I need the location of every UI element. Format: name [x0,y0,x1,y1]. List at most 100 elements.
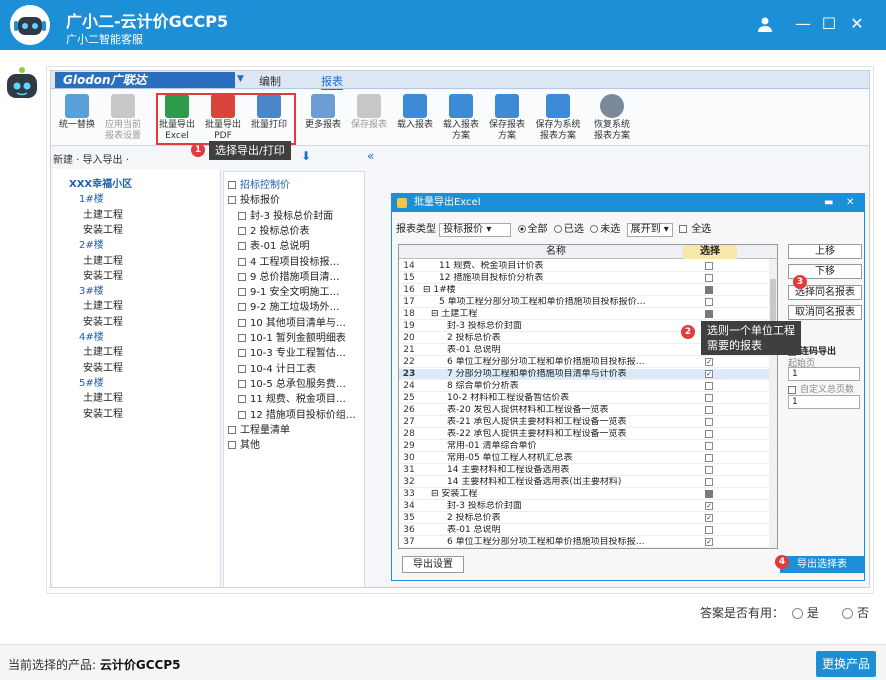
row-select-checkbox[interactable] [705,274,713,282]
load-report-scheme-button[interactable]: 载入报表 方案 [439,94,483,142]
report-item[interactable]: 11 规费、税金项目… [238,390,364,405]
table-row[interactable]: 18 ⊟ 土建工程 [399,309,777,320]
tree-unit-project[interactable]: 安装工程 [83,313,123,328]
feedback-yes-radio[interactable] [791,608,803,619]
arrow-down-icon[interactable]: ⬇ [301,149,311,163]
row-select-checkbox[interactable] [705,478,713,486]
table-row[interactable]: 37 6 单位工程分部分项工程和单价措施项目投标报… [399,537,777,548]
table-row[interactable]: 34 封-3 投标总价封面 [399,501,777,512]
row-select-checkbox[interactable] [705,466,713,474]
custom-total-pages[interactable]: 自定义总页数 [788,382,854,395]
row-select-checkbox[interactable] [705,358,713,366]
report-group[interactable]: 工程量清单 [228,421,364,436]
row-select-checkbox[interactable] [705,394,713,402]
tree-project-root[interactable]: XXX幸福小区 [57,175,132,190]
report-item[interactable]: 10-4 计日工表 [238,360,364,375]
table-row[interactable]: 31 14 主要材料和工程设备选用表 [399,465,777,476]
report-checkbox[interactable] [238,349,246,358]
apply-report-settings-button[interactable]: 应用当前 报表设置 [101,94,145,142]
report-item[interactable]: 2 投标总价表 [238,222,364,237]
tree-building[interactable]: 1#楼 [67,190,104,205]
tree-unit-project[interactable]: 安装工程 [83,405,123,420]
row-select-checkbox[interactable] [705,418,713,426]
row-select-checkbox[interactable] [705,286,713,294]
radio-unselected[interactable] [590,225,599,233]
grid-scrollbar[interactable] [769,259,777,548]
tree-unit-project[interactable]: 土建工程 [83,252,123,267]
report-type-select[interactable]: 投标报价 ▾ [439,223,512,237]
report-item[interactable]: 9-2 施工垃圾场外… [238,298,364,313]
tree-building[interactable]: 3#楼 [67,282,104,297]
tree-unit-project[interactable]: 土建工程 [83,206,123,221]
report-checkbox[interactable] [238,257,246,266]
tree-building[interactable]: 4#楼 [67,328,104,343]
more-reports-button[interactable]: 更多报表 [301,94,345,131]
close-icon[interactable]: ✕ [846,194,854,212]
report-item[interactable]: 10-5 总承包服务费… [238,375,364,390]
menu-tab-report[interactable]: 报表 [321,73,343,91]
row-select-checkbox[interactable] [705,310,713,318]
minimize-icon[interactable]: ▬ [824,194,833,212]
table-row[interactable]: 29 常用-01 清单综合单价 [399,441,777,452]
report-group[interactable]: 投标报价 [228,191,364,206]
tree-unit-project[interactable]: 土建工程 [83,389,123,404]
report-checkbox[interactable] [228,181,236,189]
save-report-button[interactable]: 保存报表 [347,94,391,131]
table-row[interactable]: 24 8 综合单价分析表 [399,381,777,392]
report-item[interactable]: 10 其他项目清单与… [238,314,364,329]
table-row[interactable]: 14 11 规费、税金项目计价表 [399,261,777,272]
menu-tab-edit[interactable]: 编制 [259,73,281,89]
save-system-scheme-button[interactable]: 保存为系统 报表方案 [533,94,583,142]
report-item[interactable]: 9-1 安全文明施工… [238,283,364,298]
row-select-checkbox[interactable] [705,514,713,522]
save-report-scheme-button[interactable]: 保存报表 方案 [485,94,529,142]
move-up-button[interactable]: 上移 [788,244,862,259]
row-select-checkbox[interactable] [705,298,713,306]
row-select-checkbox[interactable] [705,442,713,450]
table-row[interactable]: 33 ⊟ 安装工程 [399,489,777,500]
report-checkbox[interactable] [238,318,246,327]
cancel-same-name-button[interactable]: 取消同名报表 [788,305,862,320]
export-settings-button[interactable]: 导出设置 [402,556,464,573]
table-row[interactable]: 23 7 分部分项工程和单价措施项目清单与计价表 [399,369,777,380]
report-item[interactable]: 9 总价措施项目清… [238,268,364,283]
tree-unit-project[interactable]: 安装工程 [83,359,123,374]
switch-product-button[interactable]: 更换产品 [816,651,876,677]
report-checkbox[interactable] [238,334,246,342]
report-checkbox[interactable] [238,379,246,388]
report-checkbox[interactable] [228,196,236,205]
close-icon[interactable]: ✕ [846,13,868,35]
radio-selected[interactable] [553,225,562,233]
load-report-button[interactable]: 载入报表 [393,94,437,131]
row-select-checkbox[interactable] [705,526,713,534]
table-row[interactable]: 35 2 投标总价表 [399,513,777,524]
table-row[interactable]: 28 表-22 承包人提供主要材料和工程设备一览表 [399,429,777,440]
report-checkbox[interactable] [238,410,246,419]
row-select-checkbox[interactable] [705,430,713,438]
report-checkbox[interactable] [238,303,246,312]
row-select-checkbox[interactable] [705,502,713,510]
report-item[interactable]: 封-3 投标总价封面 [238,207,364,222]
report-checkbox[interactable] [238,395,246,404]
report-checkbox[interactable] [238,364,246,373]
tree-building[interactable]: 2#楼 [67,236,104,251]
minimize-icon[interactable]: — [792,13,814,35]
table-row[interactable]: 36 表-01 总说明 [399,525,777,536]
report-checkbox[interactable] [238,288,246,297]
report-item[interactable]: 表-01 总说明 [238,237,364,252]
report-item[interactable]: 4 工程项目投标报… [238,253,364,268]
tree-unit-project[interactable]: 安装工程 [83,221,123,236]
chevron-down-icon[interactable]: ▼ [237,74,244,84]
report-group[interactable]: 其他 [228,436,364,451]
tree-building[interactable]: 5#楼 [67,374,104,389]
table-row[interactable]: 27 表-21 承包人提供主要材料和工程设备一览表 [399,417,777,428]
report-checkbox[interactable] [228,425,236,434]
tree-unit-project[interactable]: 安装工程 [83,267,123,282]
report-checkbox[interactable] [238,226,246,235]
report-item[interactable]: 10-1 暂列金额明细表 [238,329,364,344]
report-checkbox[interactable] [238,211,246,220]
maximize-icon[interactable]: ☐ [818,13,840,35]
new-import-export[interactable]: 新建 · 导入导出 · [53,151,129,166]
table-row[interactable]: 16 ⊟ 1#楼 [399,285,777,296]
row-select-checkbox[interactable] [705,538,713,546]
